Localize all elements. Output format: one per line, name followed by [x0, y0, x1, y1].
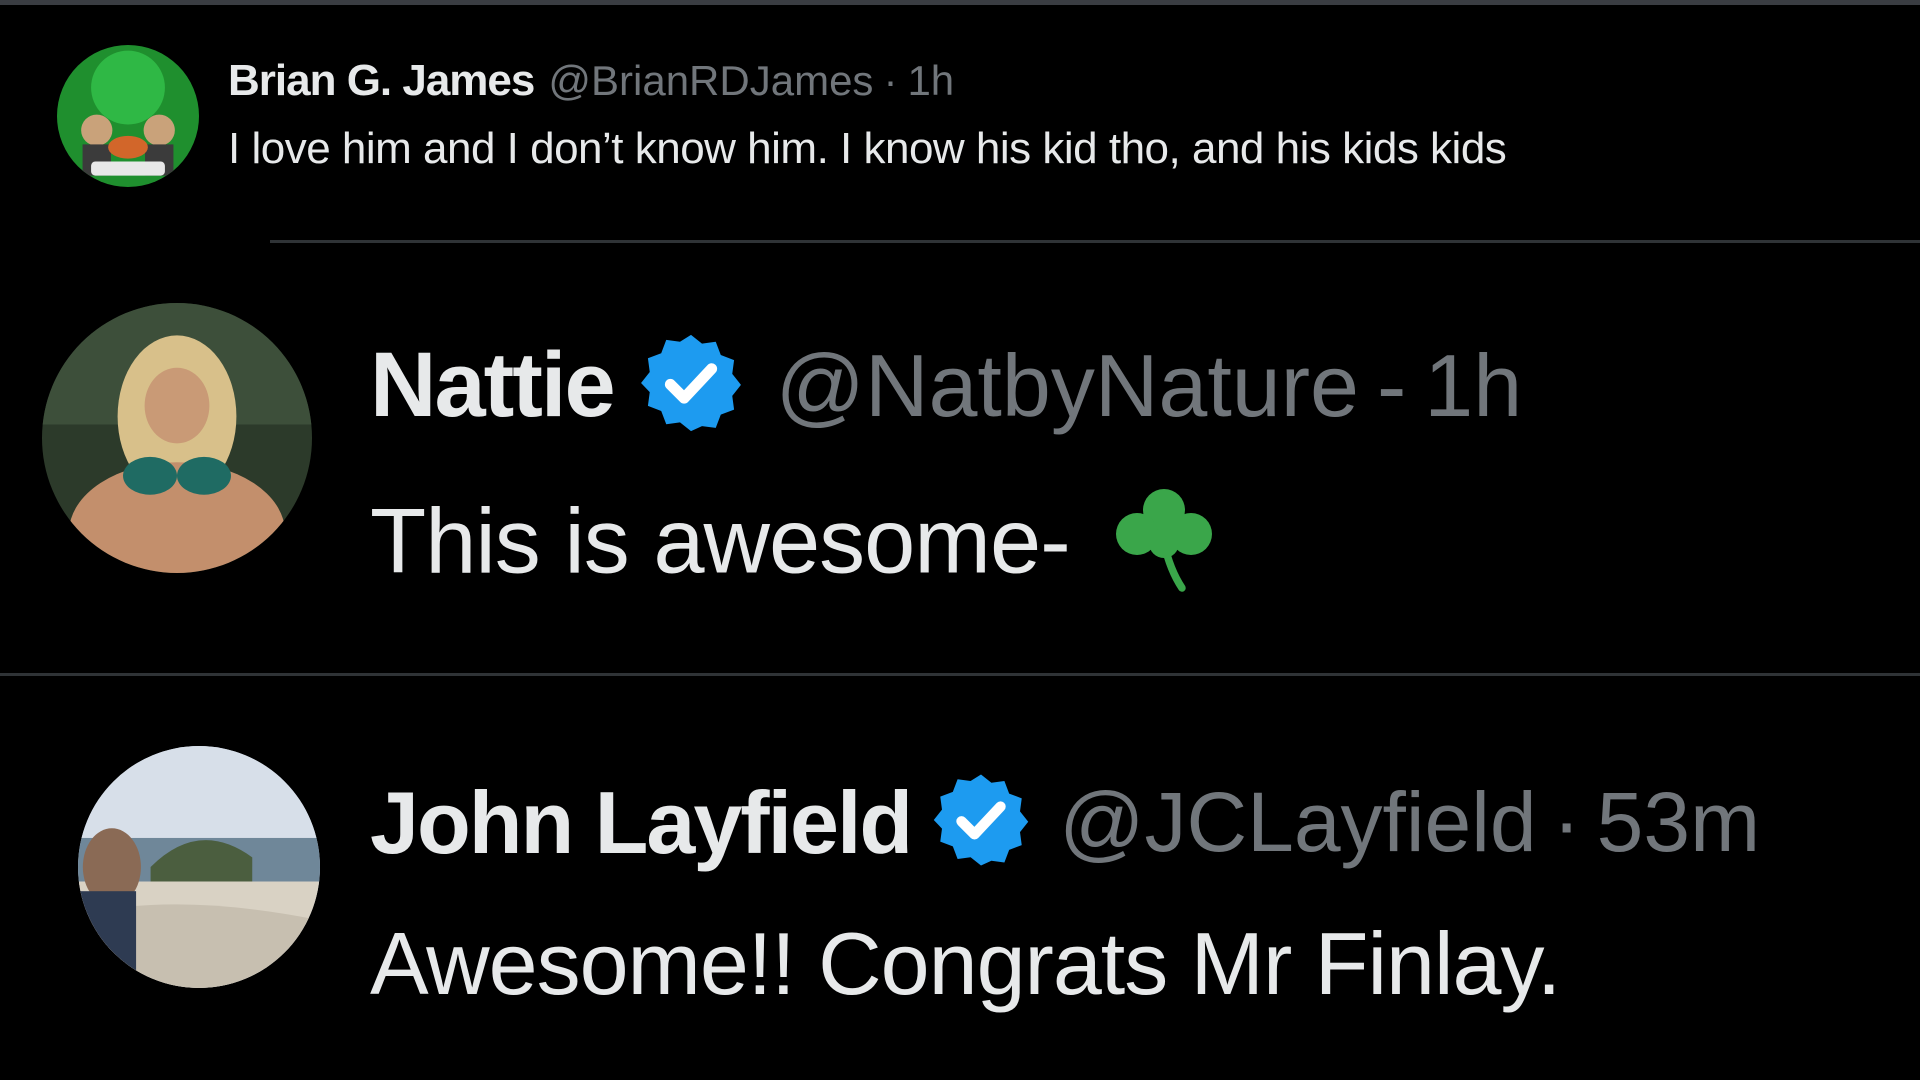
beach-photo-avatar-icon — [78, 746, 320, 988]
tweet-text: I love him and I don’t know him. I know … — [228, 124, 1507, 173]
tweet-text: Awesome!! Congrats Mr Finlay. — [370, 914, 1561, 1013]
tweet-body: John Layfield @JCLayfield · 53m Awesome!… — [370, 768, 1760, 1015]
handle[interactable]: @NatbyNature — [776, 335, 1359, 437]
timestamp[interactable]: 53m — [1597, 774, 1760, 871]
separator: - — [1376, 335, 1407, 435]
handle[interactable]: @BrianRDJames — [548, 57, 873, 105]
timestamp[interactable]: 1h — [1424, 335, 1522, 437]
tweet-header: John Layfield @JCLayfield · 53m — [370, 768, 1760, 877]
reply-tweet[interactable]: Brian G. James @BrianRDJames · 1h I love… — [0, 0, 1920, 240]
separator: · — [1552, 775, 1581, 869]
timestamp[interactable]: 1h — [907, 57, 954, 105]
verified-badge-icon — [636, 328, 746, 443]
avatar[interactable] — [78, 746, 320, 988]
separator: · — [883, 57, 898, 104]
handle[interactable]: @JCLayfield — [1059, 774, 1536, 871]
avatar[interactable] — [57, 45, 199, 187]
tweet-text-row: This is awesome- — [370, 477, 1522, 619]
tweet-text: This is awesome- — [370, 490, 1071, 593]
verified-badge-icon — [929, 768, 1033, 877]
profile-photo-avatar-icon — [42, 303, 312, 573]
avatar[interactable] — [42, 303, 312, 573]
tweet-body: Nattie @NatbyNature - 1h This is awesome… — [370, 328, 1522, 619]
reply-tweet[interactable]: John Layfield @JCLayfield · 53m Awesome!… — [0, 676, 1920, 1080]
tweet-header: Brian G. James @BrianRDJames · 1h — [228, 56, 1506, 106]
display-name[interactable]: Brian G. James — [228, 56, 535, 106]
green-logo-avatar-icon — [57, 45, 199, 187]
reply-tweet[interactable]: Nattie @NatbyNature - 1h This is awesome… — [0, 243, 1920, 673]
tweet-header: Nattie @NatbyNature - 1h — [370, 328, 1522, 443]
tweet-body: Brian G. James @BrianRDJames · 1h I love… — [228, 56, 1507, 174]
shamrock-icon — [1104, 477, 1224, 619]
display-name[interactable]: Nattie — [370, 333, 616, 438]
display-name[interactable]: John Layfield — [370, 772, 913, 874]
